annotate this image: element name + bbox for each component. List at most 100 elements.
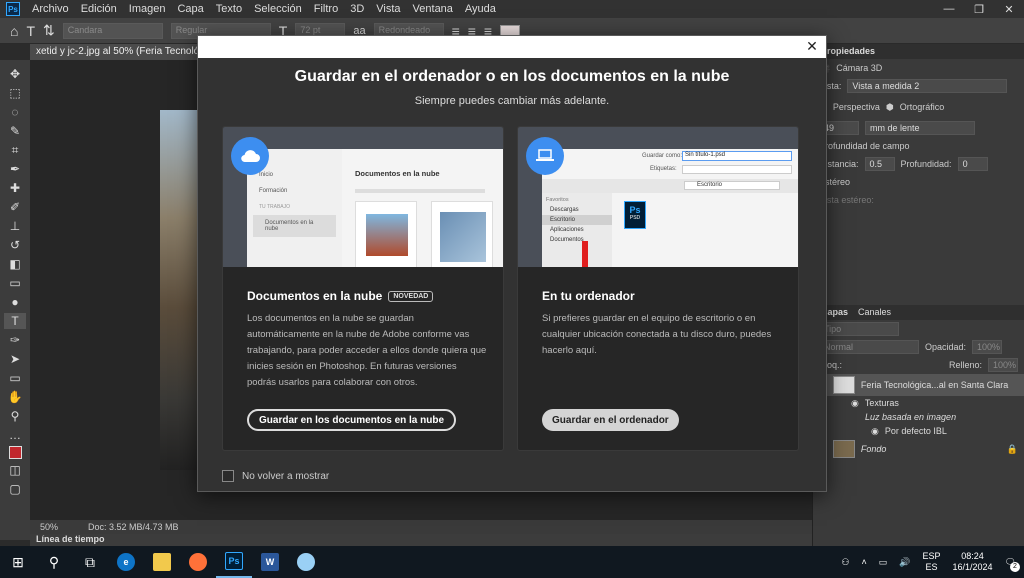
marquee-tool-icon[interactable]: ⬚ bbox=[4, 85, 26, 101]
save-computer-button[interactable]: Guardar en el ordenador bbox=[542, 409, 679, 431]
layer-sub-name[interactable]: Luz basada en imagen bbox=[865, 412, 956, 422]
lens-unit-select[interactable]: mm de lente bbox=[865, 121, 975, 135]
menu-ventana[interactable]: Ventana bbox=[407, 3, 459, 15]
dodge-tool-icon[interactable]: ● bbox=[4, 294, 26, 310]
zoom-level[interactable]: 50% bbox=[40, 522, 58, 532]
text-orientation-icon[interactable]: ⇅ bbox=[43, 22, 55, 39]
task-view-icon[interactable]: ⧉ bbox=[72, 546, 108, 578]
visibility-eye-icon[interactable]: ◉ bbox=[871, 426, 879, 437]
stamp-tool-icon[interactable]: ⊥ bbox=[4, 218, 26, 234]
maximize-button[interactable]: ❐ bbox=[964, 3, 994, 16]
menu-seleccion[interactable]: Selección bbox=[248, 3, 308, 15]
layer-sub-name[interactable]: Por defecto IBL bbox=[885, 426, 947, 436]
photoshop-logo-icon: Ps bbox=[6, 2, 20, 16]
people-icon[interactable]: ⚇ bbox=[841, 557, 849, 568]
file-explorer-icon[interactable] bbox=[144, 546, 180, 578]
firefox-icon[interactable] bbox=[180, 546, 216, 578]
volume-icon[interactable]: 🔊 bbox=[899, 557, 910, 568]
eyedropper-tool-icon[interactable]: ✒ bbox=[4, 161, 26, 177]
document-tab[interactable]: xetid y jc-2.jpg al 50% (Feria Tecnológi… bbox=[30, 44, 200, 60]
layer-sub-row[interactable]: Luz basada en imagen bbox=[813, 410, 1024, 424]
history-brush-tool-icon[interactable]: ↺ bbox=[4, 237, 26, 253]
doc-info: Doc: 3.52 MB/4.73 MB bbox=[88, 522, 179, 532]
shape-tool-icon[interactable]: ▭ bbox=[4, 370, 26, 386]
minimize-button[interactable]: — bbox=[934, 3, 964, 16]
distance-input[interactable]: 0.5 bbox=[864, 157, 895, 171]
depth-input[interactable]: 0 bbox=[957, 157, 988, 171]
menu-texto[interactable]: Texto bbox=[210, 3, 248, 15]
type-tool-icon[interactable]: T bbox=[4, 313, 26, 329]
orthographic-icon[interactable]: ⬢ bbox=[886, 102, 894, 113]
menu-filtro[interactable]: Filtro bbox=[308, 3, 344, 15]
zoom-tool-icon[interactable]: ⚲ bbox=[4, 408, 26, 424]
layer-row[interactable]: ◉ Feria Tecnológica...al en Santa Clara bbox=[813, 374, 1024, 396]
dialog-title: Guardar en el ordenador o en los documen… bbox=[294, 68, 730, 85]
layer-sub-name[interactable]: Texturas bbox=[865, 398, 899, 408]
timeline-panel-tab[interactable]: Línea de tiempo bbox=[30, 534, 812, 546]
paint-icon[interactable] bbox=[288, 546, 324, 578]
close-icon[interactable]: ✕ bbox=[804, 38, 820, 54]
quick-select-tool-icon[interactable]: ✎ bbox=[4, 123, 26, 139]
clock[interactable]: 08:24 16/1/2024 bbox=[953, 551, 993, 573]
language-indicator[interactable]: ESP ES bbox=[923, 551, 941, 573]
mock-favorite-item: Escritorio bbox=[542, 215, 612, 225]
word-icon[interactable]: W bbox=[252, 546, 288, 578]
windows-start-icon[interactable]: ⊞ bbox=[0, 546, 36, 578]
layer-thumbnail bbox=[832, 440, 855, 458]
view-select[interactable]: Vista a medida 2 bbox=[847, 79, 1008, 93]
menu-edicion[interactable]: Edición bbox=[75, 3, 123, 15]
eraser-tool-icon[interactable]: ◧ bbox=[4, 256, 26, 272]
menu-3d[interactable]: 3D bbox=[344, 3, 370, 15]
opacity-input[interactable]: 100% bbox=[972, 340, 1003, 354]
perspective-label[interactable]: Perspectiva bbox=[833, 102, 880, 112]
layer-sub-row[interactable]: ◉ Texturas bbox=[813, 396, 1024, 410]
cloud-documents-card[interactable]: Inicio Formación TU TRABAJO Documentos e… bbox=[222, 126, 504, 451]
layer-name[interactable]: Feria Tecnológica...al en Santa Clara bbox=[861, 380, 1008, 390]
blend-mode-select[interactable]: Normal bbox=[819, 340, 919, 354]
tab-canales[interactable]: Canales bbox=[858, 307, 891, 318]
gradient-tool-icon[interactable]: ▭ bbox=[4, 275, 26, 291]
font-family-select[interactable]: Candara bbox=[62, 22, 163, 39]
save-cloud-button[interactable]: Guardar en los documentos en la nube bbox=[247, 409, 457, 431]
dont-show-again-label[interactable]: No volver a mostrar bbox=[242, 471, 329, 482]
menu-imagen[interactable]: Imagen bbox=[123, 3, 172, 15]
lasso-tool-icon[interactable]: ◌ bbox=[4, 104, 26, 120]
local-computer-card[interactable]: Guardar como: Sin título-1.psd Etiquetas… bbox=[517, 126, 799, 451]
chevron-up-icon[interactable]: ˄ bbox=[862, 557, 867, 567]
search-icon[interactable]: ⚲ bbox=[36, 546, 72, 578]
menu-archivo[interactable]: Archivo bbox=[26, 3, 75, 15]
quick-mask-icon[interactable]: ◫ bbox=[4, 462, 26, 478]
close-window-button[interactable]: ✕ bbox=[994, 3, 1024, 16]
screen-mode-icon[interactable]: ▢ bbox=[4, 481, 26, 497]
menu-ayuda[interactable]: Ayuda bbox=[459, 3, 502, 15]
visibility-eye-icon[interactable]: ◉ bbox=[851, 398, 859, 409]
fill-input[interactable]: 100% bbox=[988, 358, 1018, 372]
edge-icon[interactable]: e bbox=[108, 546, 144, 578]
layer-name[interactable]: Fondo bbox=[861, 444, 887, 454]
text-tool-icon[interactable]: T bbox=[26, 23, 35, 39]
layer-sub-row[interactable]: ◉ Por defecto IBL bbox=[813, 424, 1024, 438]
network-icon[interactable]: ▭ bbox=[879, 557, 888, 568]
photoshop-taskbar-icon[interactable]: Ps bbox=[216, 546, 252, 578]
dont-show-again-row[interactable]: No volver a mostrar bbox=[222, 470, 329, 482]
layers-filter-select[interactable]: Tipo bbox=[819, 322, 899, 336]
layer-row[interactable]: ◉ Fondo 🔒 bbox=[813, 438, 1024, 460]
pen-tool-icon[interactable]: ✑ bbox=[4, 332, 26, 348]
clock-time: 08:24 bbox=[961, 551, 984, 561]
menu-capa[interactable]: Capa bbox=[171, 3, 209, 15]
path-select-tool-icon[interactable]: ➤ bbox=[4, 351, 26, 367]
mock-favorite-item: Documentos bbox=[550, 237, 584, 243]
hand-tool-icon[interactable]: ✋ bbox=[4, 389, 26, 405]
move-tool-icon[interactable]: ✥ bbox=[4, 66, 26, 82]
notifications-icon[interactable]: 🗨 2 bbox=[1005, 557, 1020, 572]
menu-vista[interactable]: Vista bbox=[370, 3, 406, 15]
crop-tool-icon[interactable]: ⌗ bbox=[4, 142, 26, 158]
orthographic-label[interactable]: Ortográfico bbox=[900, 102, 945, 112]
more-tools-icon[interactable]: … bbox=[4, 427, 26, 443]
tab-properties[interactable]: Propiedades bbox=[821, 46, 875, 57]
brush-tool-icon[interactable]: ✐ bbox=[4, 199, 26, 215]
foreground-color-swatch[interactable] bbox=[8, 446, 22, 459]
dont-show-again-checkbox[interactable] bbox=[222, 470, 234, 482]
home-icon[interactable]: ⌂ bbox=[10, 23, 18, 39]
healing-tool-icon[interactable]: ✚ bbox=[4, 180, 26, 196]
